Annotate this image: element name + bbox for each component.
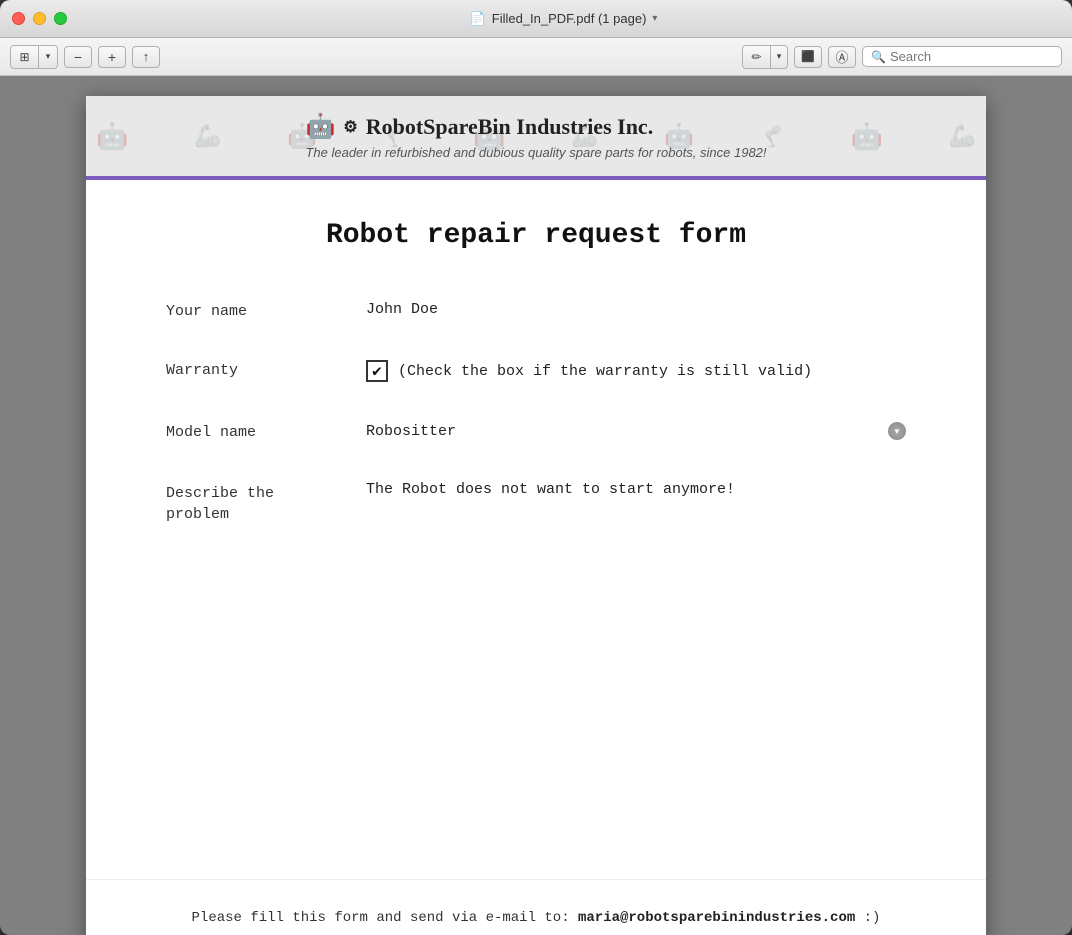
- pdf-footer: Please fill this form and send via e-mai…: [86, 879, 986, 935]
- robot-deco-9: 🤖: [851, 121, 883, 152]
- label-describe-problem: Describe the problem: [166, 481, 326, 525]
- pdf-form: Your name John Doe Warranty ✔ (Check the…: [166, 301, 906, 525]
- pdf-page: 🤖 🦾 🤖 🦿 🤖 🦾 🤖 🦿 🤖 🦾 🤖 ⚙ RobotSpare: [86, 96, 986, 935]
- company-name-text: RobotSpareBin Industries Inc.: [366, 114, 654, 140]
- app-window: 📄 Filled_In_PDF.pdf (1 page) ▾ ⊞ ▾ − + ↑: [0, 0, 1072, 935]
- robot-deco-2: 🦾: [194, 123, 221, 149]
- annotation-icon: Ⓐ: [835, 47, 848, 66]
- form-title: Robot repair request form: [166, 220, 906, 251]
- pen-chevron-icon: ▾: [777, 51, 782, 62]
- pdf-header: 🤖 🦾 🤖 🦿 🤖 🦾 🤖 🦿 🤖 🦾 🤖 ⚙ RobotSpare: [86, 96, 986, 180]
- form-row-name: Your name John Doe: [166, 301, 906, 320]
- pdf-header-content: 🤖 ⚙ RobotSpareBin Industries Inc. The le…: [305, 112, 766, 160]
- search-icon: 🔍: [871, 50, 886, 64]
- window-title: Filled_In_PDF.pdf (1 page): [492, 11, 647, 26]
- zoom-out-icon: −: [74, 49, 82, 65]
- robot-deco-1: 🤖: [96, 121, 128, 152]
- value-model-name: Robositter: [366, 423, 888, 440]
- titlebar: 📄 Filled_In_PDF.pdf (1 page) ▾: [0, 0, 1072, 38]
- share-icon: ↑: [143, 49, 150, 64]
- value-your-name: John Doe: [366, 301, 906, 318]
- company-logo: 🤖: [305, 112, 335, 141]
- label-warranty: Warranty: [166, 360, 326, 379]
- pen-chevron-button[interactable]: ▾: [771, 46, 787, 68]
- share-button[interactable]: ↑: [132, 46, 160, 68]
- form-row-warranty: Warranty ✔ (Check the box if the warrant…: [166, 360, 906, 382]
- zoom-out-button[interactable]: −: [64, 46, 92, 68]
- annotation-button[interactable]: Ⓐ: [828, 46, 856, 68]
- sidebar-chevron-icon: ▾: [46, 51, 51, 62]
- zoom-in-icon: +: [108, 49, 116, 65]
- maximize-button[interactable]: [54, 12, 67, 25]
- company-name-icon: ⚙: [343, 117, 357, 137]
- sidebar-btn-group: ⊞ ▾: [10, 45, 58, 69]
- label-describe-text: Describe the problem: [166, 485, 274, 523]
- dropdown-chevron-icon: ▼: [893, 427, 901, 436]
- pdf-body: Robot repair request form Your name John…: [86, 180, 986, 879]
- sidebar-chevron-button[interactable]: ▾: [39, 46, 57, 68]
- model-dropdown-icon: ▼: [888, 422, 906, 440]
- checkbox-checkmark: ✔: [372, 361, 382, 381]
- pen-btn-group: ✏ ▾: [742, 45, 788, 69]
- label-your-name: Your name: [166, 301, 326, 320]
- redact-button[interactable]: ⬛: [794, 46, 822, 68]
- form-row-model: Model name Robositter ▼: [166, 422, 906, 441]
- minimize-button[interactable]: [33, 12, 46, 25]
- sidebar-toggle-button[interactable]: ⊞: [11, 46, 39, 68]
- model-row-content: Robositter ▼: [366, 422, 906, 440]
- footer-text-prefix: Please fill this form and send via e-mai…: [192, 910, 578, 926]
- warranty-description: (Check the box if the warranty is still …: [398, 363, 812, 380]
- toolbar: ⊞ ▾ − + ↑ ✏ ▾: [0, 38, 1072, 76]
- footer-text-suffix: :): [855, 910, 880, 926]
- search-input[interactable]: [890, 49, 1053, 64]
- toolbar-right: ✏ ▾ ⬛ Ⓐ 🔍: [742, 45, 1062, 69]
- warranty-checkbox: ✔: [366, 360, 388, 382]
- redact-icon: ⬛: [801, 50, 815, 63]
- sidebar-icon: ⊞: [19, 50, 29, 64]
- titlebar-center: 📄 Filled_In_PDF.pdf (1 page) ▾: [67, 11, 1060, 27]
- pen-icon: ✏: [751, 50, 761, 64]
- company-tagline: The leader in refurbished and dubious qu…: [305, 145, 766, 160]
- close-button[interactable]: [12, 12, 25, 25]
- pdf-viewer[interactable]: 🤖 🦾 🤖 🦿 🤖 🦾 🤖 🦿 🤖 🦾 🤖 ⚙ RobotSpare: [0, 76, 1072, 935]
- traffic-lights: [12, 12, 67, 25]
- warranty-value-container: ✔ (Check the box if the warranty is stil…: [366, 360, 906, 382]
- pen-button[interactable]: ✏: [743, 46, 771, 68]
- label-model-name: Model name: [166, 422, 326, 441]
- footer-email: maria@robotsparebinindustries.com: [578, 910, 855, 926]
- pdf-icon: 📄: [470, 11, 486, 27]
- search-field[interactable]: 🔍: [862, 46, 1062, 67]
- value-describe-problem: The Robot does not want to start anymore…: [366, 481, 906, 498]
- footer-text: Please fill this form and send via e-mai…: [166, 910, 906, 926]
- robot-deco-10: 🦾: [949, 123, 976, 149]
- form-row-problem: Describe the problem The Robot does not …: [166, 481, 906, 525]
- zoom-in-button[interactable]: +: [98, 46, 126, 68]
- title-chevron[interactable]: ▾: [652, 13, 657, 24]
- company-name: 🤖 ⚙ RobotSpareBin Industries Inc.: [305, 112, 766, 141]
